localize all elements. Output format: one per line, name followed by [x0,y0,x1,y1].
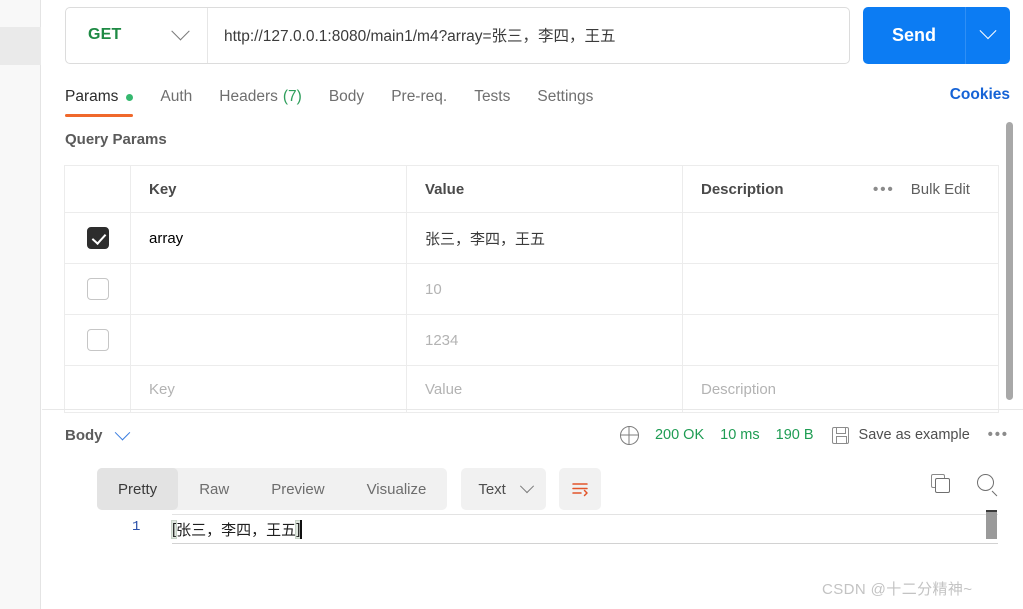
request-pane-scrollbar[interactable] [1006,122,1013,400]
response-status-code: 200 OK [654,427,705,443]
tab-tests[interactable]: Tests [474,80,510,114]
cookies-link[interactable]: Cookies [950,80,1010,104]
table-header-row: Key Value Description ••• Bulk Edit [65,166,998,213]
row-value-input[interactable]: 张三，李四，王五 [407,213,683,263]
globe-icon [619,425,639,445]
tab-auth-label: Auth [160,88,193,105]
send-options-button[interactable] [966,7,1010,64]
chevron-down-icon [979,22,997,40]
row-checkbox-cell [65,264,131,314]
row-key-input[interactable]: Key [131,366,407,412]
response-meta: 200 OK 10 ms 190 B Save as example ••• [619,425,1009,445]
tab-settings-label: Settings [537,88,594,105]
row-checkbox-cell [65,315,131,365]
url-input[interactable]: http://127.0.0.1:8080/main1/m4?array=张三，… [208,24,849,46]
bulk-edit-button[interactable]: Bulk Edit [911,181,970,198]
tab-params-label: Params [65,88,119,105]
row-checkbox-cell [65,213,131,263]
main-panel: GET http://127.0.0.1:8080/main1/m4?array… [42,0,1023,609]
tab-raw[interactable]: Raw [178,468,250,510]
tab-headers-count: (7) [282,88,302,105]
copy-icon[interactable] [931,474,950,493]
url-input-group: GET http://127.0.0.1:8080/main1/m4?array… [65,6,851,64]
tab-params[interactable]: Params [65,80,134,117]
row-checkbox[interactable] [86,278,109,300]
tab-body-label: Body [328,88,365,105]
row-key-input[interactable] [131,315,407,365]
row-key-input[interactable] [131,264,407,314]
response-header: Body 200 OK 10 ms 190 B Save as example … [42,412,1023,458]
chevron-down-icon [519,479,534,494]
tab-pretty[interactable]: Pretty [97,468,179,510]
row-description-input[interactable] [683,264,998,314]
line-number: 1 [132,519,141,535]
header-cell-description: Description ••• Bulk Edit [683,166,998,212]
row-value-input[interactable]: 1234 [407,315,683,365]
response-body-scrollbar[interactable] [986,512,997,539]
send-button-group[interactable]: Send [863,6,1010,64]
response-format-selector[interactable]: Text [461,468,546,510]
sidebar-selected-block[interactable] [0,27,41,65]
tab-tests-label: Tests [474,88,511,105]
tab-body[interactable]: Body [329,80,364,114]
response-body-text: 张三，李四，王五 [176,521,297,539]
query-params-table: Key Value Description ••• Bulk Edit arra… [64,165,999,413]
word-wrap-button[interactable] [558,468,601,510]
response-view-segmented-control: Pretty Raw Preview Visualize [97,468,448,510]
http-method-selector[interactable]: GET [66,7,208,63]
header-cell-value: Value [407,166,683,212]
response-body-line[interactable]: [张三，李四，王五] [170,514,998,544]
tab-auth[interactable]: Auth [160,80,192,114]
table-row-empty: Key Value Description [65,366,998,413]
chevron-down-icon[interactable] [114,424,130,440]
chevron-down-icon [171,21,190,40]
header-cell-key: Key [131,166,407,212]
pane-divider [42,409,1023,410]
table-row: 10 [65,264,998,315]
response-body-editor: 1 [张三，李四，王五] [97,514,998,544]
response-view-tab-bar: Pretty Raw Preview Visualize Text [97,468,601,510]
header-cell-checkbox [65,166,131,212]
text-caret [300,519,302,539]
response-body-label: Body [65,426,103,444]
row-checkbox-cell [65,366,131,412]
table-row: 1234 [65,315,998,366]
tab-headers[interactable]: Headers (7) [219,80,302,114]
row-description-input[interactable] [683,213,998,263]
tab-preview[interactable]: Preview [250,468,345,510]
query-params-title: Query Params [65,131,167,148]
left-sidebar-rail [0,0,41,609]
tab-prerequest[interactable]: Pre-req. [391,80,447,114]
postman-window: GET http://127.0.0.1:8080/main1/m4?array… [0,0,1023,609]
response-actions [931,474,994,493]
watermark: CSDN @十二分精神~ [822,581,973,598]
http-method-label: GET [88,26,122,43]
save-icon [831,426,849,444]
response-size: 190 B [775,427,814,443]
tab-settings[interactable]: Settings [537,80,593,114]
row-key-input[interactable]: array [131,213,407,263]
row-value-input[interactable]: Value [407,366,683,412]
row-checkbox[interactable] [86,329,109,351]
row-description-input[interactable] [683,315,998,365]
response-more-options-icon[interactable]: ••• [988,427,1009,443]
tab-visualize[interactable]: Visualize [346,468,448,510]
row-checkbox[interactable] [86,227,109,249]
tab-headers-label: Headers [219,88,278,105]
request-url-bar: GET http://127.0.0.1:8080/main1/m4?array… [65,6,1010,64]
row-value-input[interactable]: 10 [407,264,683,314]
word-wrap-icon [572,483,588,497]
params-modified-dot-icon [126,93,134,101]
response-format-label: Text [478,480,506,498]
tab-prerequest-label: Pre-req. [391,88,448,105]
row-description-input[interactable]: Description [683,366,998,412]
table-row: array 张三，李四，王五 [65,213,998,264]
search-icon[interactable] [977,474,994,491]
send-button[interactable]: Send [863,6,966,64]
response-time: 10 ms [720,427,760,443]
header-description-label: Description [701,180,784,198]
table-more-options-icon[interactable]: ••• [873,181,895,198]
save-as-example-button[interactable]: Save as example [859,427,970,443]
request-tab-bar: Params Auth Headers (7) Body Pre-req. Te… [65,80,1010,118]
